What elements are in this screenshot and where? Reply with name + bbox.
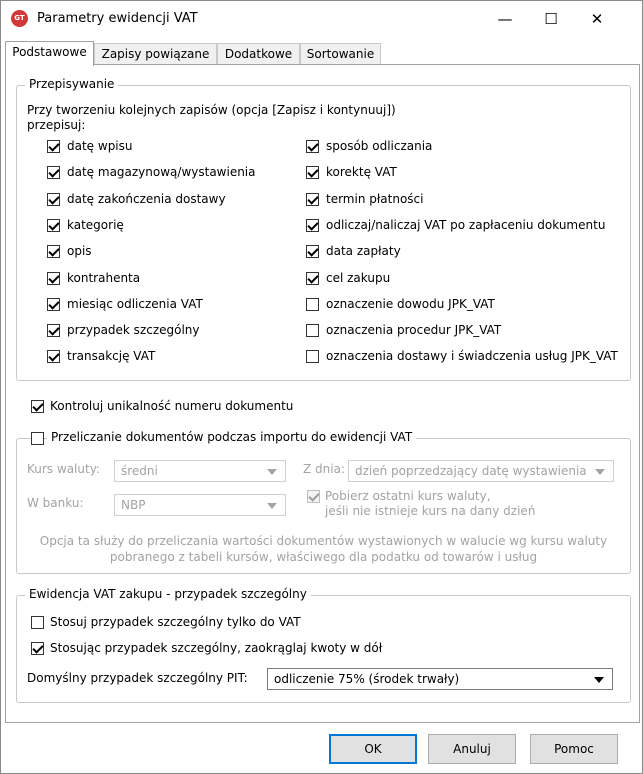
right-label-5: cel zakupu (326, 270, 391, 285)
przepisywanie-group: Przepisywanie Przy tworzeniu kolejnych z… (16, 77, 631, 381)
zaokraglaj-label: Stosując przypadek szczególny, zaokrągla… (50, 641, 383, 655)
przepisywanie-intro-2: przepisuj: (27, 118, 86, 132)
close-icon[interactable]: ✕ (574, 1, 620, 37)
right-checkbox-7[interactable] (306, 324, 319, 338)
tab-podstawowe[interactable]: Podstawowe (5, 41, 94, 66)
ewidencja-group: Ewidencja VAT zakupu - przypadek szczegó… (16, 587, 631, 703)
kontroluj-checkbox[interactable] (31, 400, 44, 413)
right-checkbox-8[interactable] (306, 350, 319, 364)
left-checkbox-7[interactable] (47, 324, 60, 338)
kurs-waluty-value: średni (121, 464, 158, 478)
left-checkbox-6[interactable] (47, 297, 60, 311)
w-banku-select[interactable]: NBP (114, 494, 286, 516)
left-checkbox-3[interactable] (47, 218, 60, 232)
right-checkbox-2[interactable] (306, 192, 319, 206)
left-label-7: przypadek szczególny (67, 323, 200, 338)
przeliczanie-checkbox[interactable] (31, 432, 44, 445)
tab-zapisy-powiazane[interactable]: Zapisy powiązane (94, 43, 217, 65)
app-icon: GT (11, 10, 28, 27)
chevron-down-icon (595, 469, 605, 475)
przeliczanie-group: Przeliczanie dokumentów podczas importu … (16, 430, 631, 574)
tab-sortowanie[interactable]: Sortowanie (300, 43, 381, 65)
pobierz-kurs-label-2: jeśli nie istnieje kurs na dany dzień (325, 504, 536, 518)
maximize-icon[interactable]: ☐ (528, 1, 574, 37)
window-title: Parametry ewidencji VAT (37, 11, 198, 26)
chevron-down-icon (267, 503, 277, 509)
left-label-3: kategorię (67, 217, 124, 232)
left-label-2: datę zakończenia dostawy (67, 191, 226, 206)
pit-select[interactable]: odliczenie 75% (środek trwały) (267, 668, 613, 690)
right-label-4: data zapłaty (326, 244, 401, 259)
left-checkbox-2[interactable] (47, 192, 60, 206)
minimize-icon[interactable]: — (482, 1, 528, 37)
left-checkbox-5[interactable] (47, 271, 60, 285)
right-label-0: sposób odliczania (326, 139, 433, 153)
kurs-waluty-select[interactable]: średni (114, 460, 286, 482)
z-dnia-value: dzień poprzedzający datę wystawienia (355, 464, 587, 478)
przepisywanie-intro: Przy tworzeniu kolejnych zapisów (opcja … (27, 103, 396, 117)
left-label-5: kontrahenta (67, 270, 141, 285)
left-label-1: datę magazynową/wystawienia (67, 165, 256, 180)
right-label-7: oznaczenia procedur JPK_VAT (326, 323, 502, 338)
right-label-2: termin płatności (326, 191, 424, 206)
chevron-down-icon (594, 677, 604, 683)
stosuj-label: Stosuj przypadek szczególny tylko do VAT (50, 615, 301, 629)
title-bar: GT Parametry ewidencji VAT — ☐ ✕ (1, 1, 642, 37)
stosuj-checkbox[interactable] (31, 616, 44, 629)
help-button[interactable]: Pomoc (530, 734, 618, 764)
przeliczanie-legend: Przeliczanie dokumentów podczas importu … (47, 430, 417, 444)
left-label-8: transakcję VAT (67, 349, 156, 364)
dialog-window: GT Parametry ewidencji VAT — ☐ ✕ Podstaw… (0, 0, 643, 774)
left-checkbox-0[interactable] (47, 140, 60, 153)
right-checkbox-4[interactable] (306, 245, 319, 259)
w-banku-label: W banku: (27, 496, 84, 510)
z-dnia-label: Z dnia: (303, 462, 345, 476)
przepisywanie-legend: Przepisywanie (25, 77, 119, 91)
kurs-waluty-label: Kurs waluty: (27, 462, 100, 476)
right-checkbox-3[interactable] (306, 218, 319, 232)
pit-label: Domyślny przypadek szczególny PIT: (27, 671, 248, 685)
pit-value: odliczenie 75% (środek trwały) (274, 672, 460, 686)
kontroluj-label: Kontroluj unikalność numeru dokumentu (50, 399, 294, 413)
right-label-6: oznaczenie dowodu JPK_VAT (326, 296, 495, 311)
z-dnia-select[interactable]: dzień poprzedzający datę wystawienia (348, 460, 614, 482)
right-label-8: oznaczenia dostawy i świadczenia usług J… (326, 349, 618, 364)
right-checkbox-6[interactable] (306, 297, 319, 311)
tab-dodatkowe[interactable]: Dodatkowe (217, 43, 300, 65)
cancel-button[interactable]: Anuluj (428, 734, 516, 764)
pobierz-kurs-label: Pobierz ostatni kurs waluty, (325, 489, 491, 503)
info-text-2: pobranego z tabeli kursów, właściwego dl… (109, 550, 538, 564)
right-checkbox-5[interactable] (306, 271, 319, 285)
left-checkbox-1[interactable] (47, 166, 60, 180)
right-checkbox-1[interactable] (306, 166, 319, 180)
ok-button[interactable]: OK (329, 734, 417, 764)
right-label-1: korektę VAT (326, 165, 397, 180)
right-checkbox-0[interactable] (306, 140, 319, 153)
chevron-down-icon (267, 469, 277, 475)
left-label-0: datę wpisu (67, 139, 133, 153)
w-banku-value: NBP (121, 498, 146, 512)
pobierz-kurs-checkbox[interactable] (307, 490, 320, 503)
left-checkbox-8[interactable] (47, 350, 60, 364)
tab-panel: Przepisywanie Przy tworzeniu kolejnych z… (5, 64, 640, 723)
zaokraglaj-checkbox[interactable] (31, 642, 44, 655)
ewidencja-legend: Ewidencja VAT zakupu - przypadek szczegó… (25, 587, 311, 601)
left-label-6: miesiąc odliczenia VAT (67, 296, 203, 311)
info-text: Opcja ta służy do przeliczania wartości … (39, 534, 608, 548)
left-label-4: opis (67, 244, 92, 259)
left-checkbox-4[interactable] (47, 245, 60, 259)
right-label-3: odliczaj/naliczaj VAT po zapłaceniu doku… (326, 217, 606, 232)
